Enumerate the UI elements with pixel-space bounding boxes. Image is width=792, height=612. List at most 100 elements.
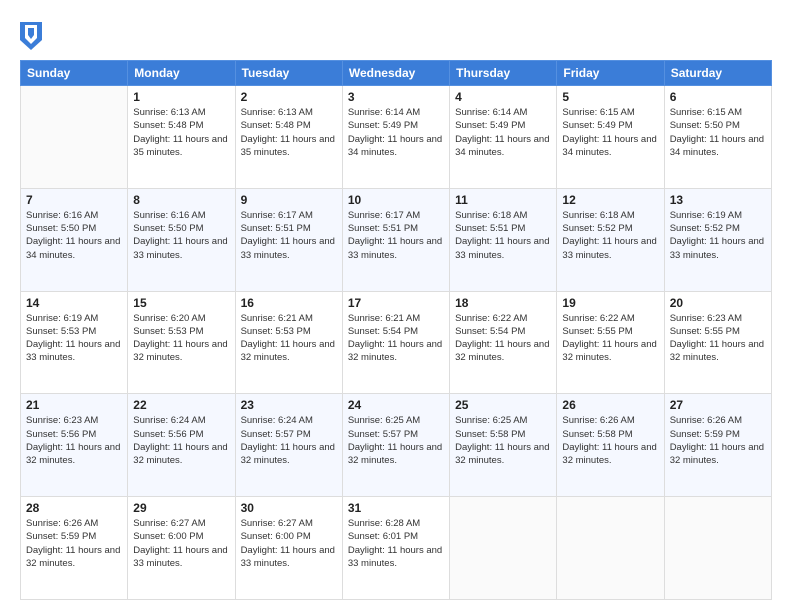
calendar-cell: 1 Sunrise: 6:13 AMSunset: 5:48 PMDayligh… <box>128 86 235 189</box>
calendar-day-header: Friday <box>557 61 664 86</box>
day-info: Sunrise: 6:15 AMSunset: 5:50 PMDaylight:… <box>670 107 764 158</box>
day-number: 25 <box>455 398 551 412</box>
logo-icon <box>20 22 42 50</box>
calendar-cell: 2 Sunrise: 6:13 AMSunset: 5:48 PMDayligh… <box>235 86 342 189</box>
day-number: 17 <box>348 296 444 310</box>
calendar-day-header: Wednesday <box>342 61 449 86</box>
calendar-cell: 27 Sunrise: 6:26 AMSunset: 5:59 PMDaylig… <box>664 394 771 497</box>
day-info: Sunrise: 6:18 AMSunset: 5:51 PMDaylight:… <box>455 210 549 261</box>
day-number: 16 <box>241 296 337 310</box>
calendar-cell: 17 Sunrise: 6:21 AMSunset: 5:54 PMDaylig… <box>342 291 449 394</box>
calendar-cell: 5 Sunrise: 6:15 AMSunset: 5:49 PMDayligh… <box>557 86 664 189</box>
day-info: Sunrise: 6:26 AMSunset: 5:58 PMDaylight:… <box>562 415 656 466</box>
day-number: 29 <box>133 501 229 515</box>
day-info: Sunrise: 6:17 AMSunset: 5:51 PMDaylight:… <box>241 210 335 261</box>
day-number: 4 <box>455 90 551 104</box>
calendar-cell: 12 Sunrise: 6:18 AMSunset: 5:52 PMDaylig… <box>557 188 664 291</box>
day-info: Sunrise: 6:26 AMSunset: 5:59 PMDaylight:… <box>670 415 764 466</box>
day-info: Sunrise: 6:18 AMSunset: 5:52 PMDaylight:… <box>562 210 656 261</box>
calendar-cell: 13 Sunrise: 6:19 AMSunset: 5:52 PMDaylig… <box>664 188 771 291</box>
day-info: Sunrise: 6:16 AMSunset: 5:50 PMDaylight:… <box>26 210 120 261</box>
day-number: 26 <box>562 398 658 412</box>
header <box>20 18 772 50</box>
calendar-cell: 18 Sunrise: 6:22 AMSunset: 5:54 PMDaylig… <box>450 291 557 394</box>
day-info: Sunrise: 6:15 AMSunset: 5:49 PMDaylight:… <box>562 107 656 158</box>
day-number: 18 <box>455 296 551 310</box>
calendar-cell: 19 Sunrise: 6:22 AMSunset: 5:55 PMDaylig… <box>557 291 664 394</box>
calendar-cell: 8 Sunrise: 6:16 AMSunset: 5:50 PMDayligh… <box>128 188 235 291</box>
day-info: Sunrise: 6:14 AMSunset: 5:49 PMDaylight:… <box>348 107 442 158</box>
calendar-cell: 6 Sunrise: 6:15 AMSunset: 5:50 PMDayligh… <box>664 86 771 189</box>
calendar-cell <box>450 497 557 600</box>
day-info: Sunrise: 6:27 AMSunset: 6:00 PMDaylight:… <box>241 518 335 569</box>
calendar-cell: 20 Sunrise: 6:23 AMSunset: 5:55 PMDaylig… <box>664 291 771 394</box>
calendar-cell: 24 Sunrise: 6:25 AMSunset: 5:57 PMDaylig… <box>342 394 449 497</box>
calendar-cell <box>21 86 128 189</box>
calendar-day-header: Monday <box>128 61 235 86</box>
day-info: Sunrise: 6:19 AMSunset: 5:52 PMDaylight:… <box>670 210 764 261</box>
day-info: Sunrise: 6:27 AMSunset: 6:00 PMDaylight:… <box>133 518 227 569</box>
day-info: Sunrise: 6:25 AMSunset: 5:58 PMDaylight:… <box>455 415 549 466</box>
calendar-cell: 23 Sunrise: 6:24 AMSunset: 5:57 PMDaylig… <box>235 394 342 497</box>
day-number: 1 <box>133 90 229 104</box>
calendar-week-row: 28 Sunrise: 6:26 AMSunset: 5:59 PMDaylig… <box>21 497 772 600</box>
day-info: Sunrise: 6:25 AMSunset: 5:57 PMDaylight:… <box>348 415 442 466</box>
day-info: Sunrise: 6:28 AMSunset: 6:01 PMDaylight:… <box>348 518 442 569</box>
calendar-cell: 3 Sunrise: 6:14 AMSunset: 5:49 PMDayligh… <box>342 86 449 189</box>
day-info: Sunrise: 6:21 AMSunset: 5:53 PMDaylight:… <box>241 313 335 364</box>
calendar-cell: 21 Sunrise: 6:23 AMSunset: 5:56 PMDaylig… <box>21 394 128 497</box>
day-number: 31 <box>348 501 444 515</box>
day-number: 15 <box>133 296 229 310</box>
logo <box>20 22 46 50</box>
calendar-week-row: 14 Sunrise: 6:19 AMSunset: 5:53 PMDaylig… <box>21 291 772 394</box>
day-number: 22 <box>133 398 229 412</box>
day-number: 27 <box>670 398 766 412</box>
day-info: Sunrise: 6:24 AMSunset: 5:57 PMDaylight:… <box>241 415 335 466</box>
calendar-cell: 9 Sunrise: 6:17 AMSunset: 5:51 PMDayligh… <box>235 188 342 291</box>
calendar-day-header: Thursday <box>450 61 557 86</box>
calendar-cell <box>664 497 771 600</box>
day-number: 19 <box>562 296 658 310</box>
day-number: 10 <box>348 193 444 207</box>
calendar-cell: 15 Sunrise: 6:20 AMSunset: 5:53 PMDaylig… <box>128 291 235 394</box>
day-number: 30 <box>241 501 337 515</box>
calendar-cell: 31 Sunrise: 6:28 AMSunset: 6:01 PMDaylig… <box>342 497 449 600</box>
calendar-day-header: Sunday <box>21 61 128 86</box>
day-number: 2 <box>241 90 337 104</box>
day-info: Sunrise: 6:23 AMSunset: 5:55 PMDaylight:… <box>670 313 764 364</box>
calendar-cell: 7 Sunrise: 6:16 AMSunset: 5:50 PMDayligh… <box>21 188 128 291</box>
day-number: 3 <box>348 90 444 104</box>
calendar-week-row: 1 Sunrise: 6:13 AMSunset: 5:48 PMDayligh… <box>21 86 772 189</box>
calendar-cell: 22 Sunrise: 6:24 AMSunset: 5:56 PMDaylig… <box>128 394 235 497</box>
day-number: 24 <box>348 398 444 412</box>
calendar-cell: 10 Sunrise: 6:17 AMSunset: 5:51 PMDaylig… <box>342 188 449 291</box>
day-info: Sunrise: 6:13 AMSunset: 5:48 PMDaylight:… <box>133 107 227 158</box>
calendar-cell: 14 Sunrise: 6:19 AMSunset: 5:53 PMDaylig… <box>21 291 128 394</box>
calendar-cell: 4 Sunrise: 6:14 AMSunset: 5:49 PMDayligh… <box>450 86 557 189</box>
day-number: 21 <box>26 398 122 412</box>
day-info: Sunrise: 6:21 AMSunset: 5:54 PMDaylight:… <box>348 313 442 364</box>
day-number: 20 <box>670 296 766 310</box>
calendar-cell <box>557 497 664 600</box>
calendar-cell: 28 Sunrise: 6:26 AMSunset: 5:59 PMDaylig… <box>21 497 128 600</box>
calendar-week-row: 21 Sunrise: 6:23 AMSunset: 5:56 PMDaylig… <box>21 394 772 497</box>
day-number: 23 <box>241 398 337 412</box>
calendar-cell: 26 Sunrise: 6:26 AMSunset: 5:58 PMDaylig… <box>557 394 664 497</box>
day-info: Sunrise: 6:20 AMSunset: 5:53 PMDaylight:… <box>133 313 227 364</box>
day-info: Sunrise: 6:22 AMSunset: 5:55 PMDaylight:… <box>562 313 656 364</box>
calendar-day-header: Tuesday <box>235 61 342 86</box>
day-info: Sunrise: 6:26 AMSunset: 5:59 PMDaylight:… <box>26 518 120 569</box>
calendar-cell: 11 Sunrise: 6:18 AMSunset: 5:51 PMDaylig… <box>450 188 557 291</box>
day-info: Sunrise: 6:22 AMSunset: 5:54 PMDaylight:… <box>455 313 549 364</box>
day-number: 9 <box>241 193 337 207</box>
day-info: Sunrise: 6:17 AMSunset: 5:51 PMDaylight:… <box>348 210 442 261</box>
calendar-table: SundayMondayTuesdayWednesdayThursdayFrid… <box>20 60 772 600</box>
calendar-header-row: SundayMondayTuesdayWednesdayThursdayFrid… <box>21 61 772 86</box>
day-info: Sunrise: 6:16 AMSunset: 5:50 PMDaylight:… <box>133 210 227 261</box>
day-number: 12 <box>562 193 658 207</box>
day-info: Sunrise: 6:14 AMSunset: 5:49 PMDaylight:… <box>455 107 549 158</box>
day-number: 8 <box>133 193 229 207</box>
day-number: 7 <box>26 193 122 207</box>
calendar-cell: 30 Sunrise: 6:27 AMSunset: 6:00 PMDaylig… <box>235 497 342 600</box>
day-number: 28 <box>26 501 122 515</box>
